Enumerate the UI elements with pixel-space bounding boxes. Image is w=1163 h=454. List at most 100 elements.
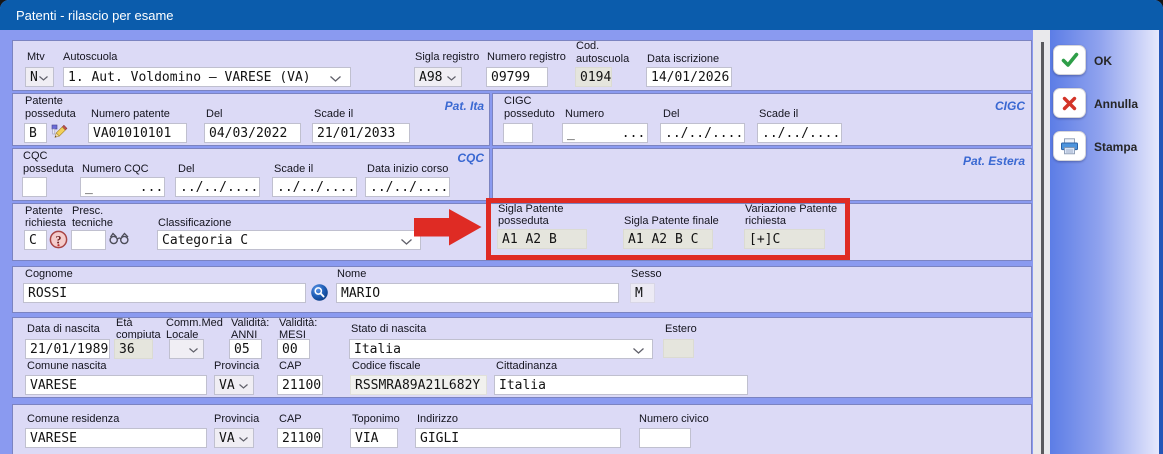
cap-residenza-input[interactable]: 21100 [277,428,323,448]
provincia-residenza-select[interactable]: VA [214,428,254,448]
ok-label: OK [1094,54,1112,68]
stato-nascita-select[interactable]: Italia [349,339,653,359]
patente-posseduta-label-2: posseduta [25,109,76,120]
provincia-residenza-value: VA [219,431,235,446]
ok-button[interactable] [1053,45,1086,75]
cigc-header: CIGC [965,99,1025,113]
provincia-nascita-label: Provincia [214,361,259,372]
patente-richiesta-label-2: richiesta [25,218,66,229]
autoscuola-select[interactable]: 1. Aut. Voldomino – VARESE (VA) [63,67,351,87]
cqc-del-label: Del [178,164,195,175]
patente-posseduta-input[interactable]: B [24,123,47,143]
sesso-label: Sesso [631,269,662,280]
nome-input[interactable]: MARIO [336,283,619,303]
cigc-del-label: Del [663,109,680,120]
patenti-window: Patenti - rilascio per esame Mtv N Autos… [0,0,1163,454]
comune-nascita-input[interactable]: VARESE [25,375,207,395]
data-nascita-label: Data di nascita [27,324,100,335]
cod-autoscuola-label-2: autoscuola [576,54,629,65]
cqc-numero-input[interactable]: _ ... [80,177,165,197]
cod-autoscuola-label-1: Cod. [576,41,599,52]
classificazione-value: Categoria C [162,233,248,248]
cqc-numero-label: Numero CQC [82,164,149,175]
mtv-select[interactable]: N [25,67,54,87]
stampa-button[interactable] [1053,131,1086,161]
cognome-input[interactable]: ROSSI [23,283,306,303]
chevron-down-icon [330,76,341,82]
comm-med-label-1: Comm.Med [166,318,223,329]
cqc-posseduta-input[interactable] [22,177,47,197]
pat-estera-header: Pat. Estera [945,154,1025,168]
numero-patente-label: Numero patente [91,109,170,120]
eta-label-1: Età [116,318,133,329]
window-right-edge [1159,30,1163,454]
patente-scade-input[interactable]: 21/01/2033 [312,123,410,143]
numero-patente-input[interactable]: VA01010101 [88,123,187,143]
classificazione-select[interactable]: Categoria C [157,230,421,250]
data-iscrizione-input[interactable]: 14/01/2026 [646,67,732,87]
chevron-down-icon [189,348,198,353]
presc-tecniche-label-2: tecniche [72,218,113,229]
stato-nascita-label: Stato di nascita [351,324,426,335]
provincia-nascita-value: VA [219,378,235,393]
validita-anni-input[interactable]: 05 [229,339,262,359]
presc-tecniche-input[interactable] [71,230,106,250]
cittadinanza-label: Cittadinanza [496,361,557,372]
patente-del-input[interactable]: 04/03/2022 [204,123,301,143]
provincia-nascita-select[interactable]: VA [214,375,254,395]
codice-fiscale-label: Codice fiscale [352,361,420,372]
cap-residenza-label: CAP [279,414,302,425]
stato-nascita-value: Italia [354,342,401,357]
cigc-posseduto-label-2: posseduto [504,109,555,120]
validita-anni-label-1: Validità: [231,318,269,329]
cigc-numero-input[interactable]: _ ... [562,123,648,143]
nome-label: Nome [337,269,366,280]
cittadinanza-input[interactable]: Italia [494,375,748,395]
numero-registro-input[interactable]: 09799 [486,67,548,87]
highlight-red-box [486,198,850,260]
chevron-down-icon [633,348,644,354]
check-icon [1060,51,1080,69]
splitter-line [1041,42,1044,454]
patente-del-label: Del [206,109,223,120]
cap-nascita-input[interactable]: 21100 [277,375,323,395]
cqc-scade-input[interactable]: ../../.... [272,177,357,197]
edit-pencil-icon[interactable] [50,123,68,141]
help-icon[interactable]: ? [49,230,68,249]
validita-mesi-input[interactable]: 00 [277,339,310,359]
validita-mesi-label-1: Validità: [279,318,317,329]
cigc-posseduto-label-1: CIGC [504,96,532,107]
toponimo-label: Toponimo [352,414,400,425]
comm-med-select[interactable] [169,339,204,359]
glasses-icon[interactable] [109,231,130,246]
patente-richiesta-input[interactable]: C [24,230,47,250]
numero-registro-label: Numero registro [487,52,566,63]
autoscuola-value: 1. Aut. Voldomino – VARESE (VA) [68,70,311,85]
cigc-scade-input[interactable]: ../../.... [757,123,842,143]
comune-residenza-label: Comune residenza [27,414,119,425]
patente-scade-label: Scade il [314,109,353,120]
numero-civico-input[interactable] [639,428,691,448]
annulla-button[interactable] [1053,88,1086,118]
stampa-label: Stampa [1094,140,1137,154]
sigla-registro-select[interactable]: A98 [414,67,462,87]
indirizzo-input[interactable]: GIGLI [415,428,621,448]
window-title: Patenti - rilascio per esame [16,0,174,30]
numero-civico-label: Numero civico [639,414,709,425]
cqc-posseduta-label-1: CQC [23,151,47,162]
cqc-scade-label: Scade il [274,164,313,175]
data-iscrizione-label: Data iscrizione [647,54,719,65]
annulla-label: Annulla [1094,97,1138,111]
cqc-posseduta-label-2: posseduta [23,164,74,175]
patente-posseduta-label-1: Patente [25,96,63,107]
comune-residenza-input[interactable]: VARESE [25,428,207,448]
cigc-del-input[interactable]: ../../.... [660,123,745,143]
cigc-posseduto-input[interactable] [503,123,533,143]
comune-nascita-label: Comune nascita [27,361,107,372]
estero-field [663,339,694,358]
data-nascita-input[interactable]: 21/01/1989 [25,339,110,359]
cqc-del-input[interactable]: ../../.... [175,177,260,197]
search-icon[interactable] [311,284,328,301]
toponimo-input[interactable]: VIA [350,428,398,448]
cqc-inizio-corso-input[interactable]: ../../.... [365,177,450,197]
